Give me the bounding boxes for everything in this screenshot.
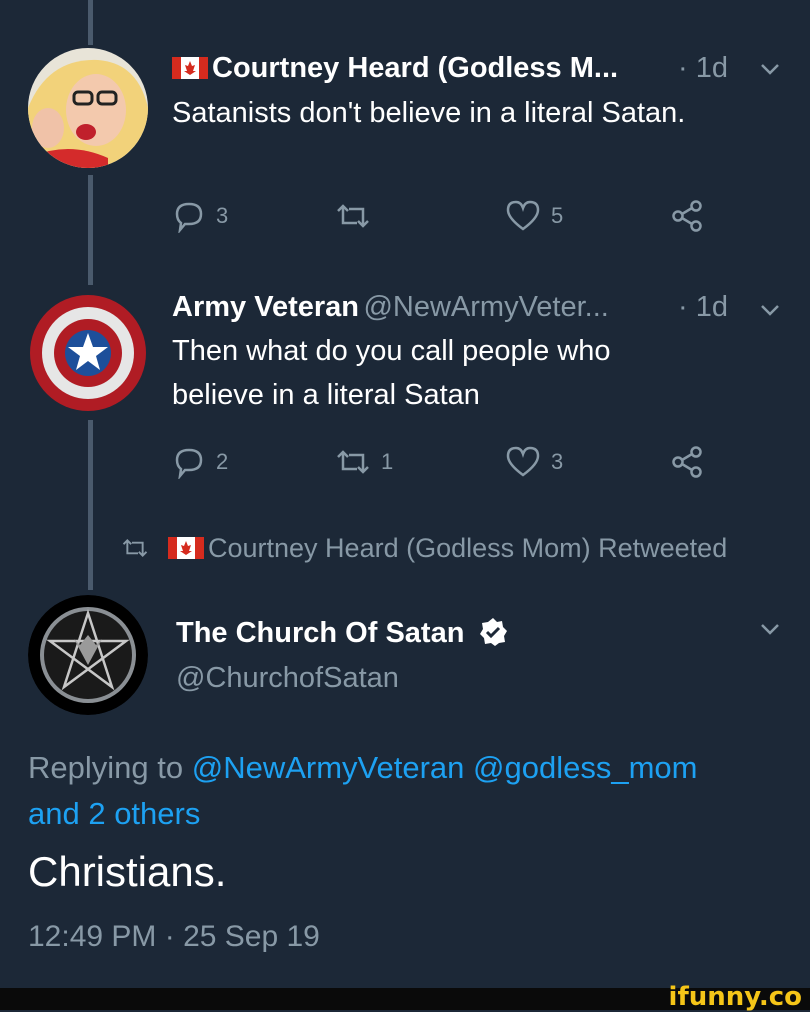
retweet-count: 1 <box>381 449 394 474</box>
replying-to: Replying to @NewArmyVeteran @godless_mom… <box>28 745 788 837</box>
verified-badge-icon <box>480 618 508 646</box>
heart-icon <box>506 200 540 231</box>
tweet2-author-handle[interactable]: @NewArmyVeter... <box>363 291 608 323</box>
retweet-action[interactable] <box>335 199 381 233</box>
chevron-down-icon[interactable] <box>760 62 780 76</box>
reply-action[interactable]: 2 <box>172 445 228 479</box>
main-tweet-text: Christians. <box>28 848 227 895</box>
tweet2-header: Army Veteran @NewArmyVeter... <box>172 291 609 324</box>
reply-action[interactable]: 3 <box>172 199 228 233</box>
tweet1-author-name[interactable]: Courtney Heard (Godless M... <box>212 52 618 84</box>
mention-newarmyveteran[interactable]: @NewArmyVeteran <box>192 750 465 785</box>
thread-line-top <box>88 0 93 45</box>
main-tweet-timestamp: 12:49 PM · 25 Sep 19 <box>28 920 320 953</box>
retweet-notice-text: Courtney Heard (Godless Mom) Retweeted <box>208 533 728 563</box>
avatar-army-veteran[interactable] <box>28 293 148 413</box>
tweet1-author[interactable]: Courtney Heard (Godless M... <box>172 52 618 85</box>
reply-count: 2 <box>216 449 229 474</box>
share-icon <box>672 446 702 478</box>
retweet-action[interactable]: 1 <box>335 445 393 479</box>
retweet-notice[interactable]: Courtney Heard (Godless Mom) Retweeted <box>120 533 727 564</box>
replying-prefix: Replying to <box>28 750 184 785</box>
like-action[interactable]: 5 <box>505 199 563 233</box>
retweet-icon <box>337 204 369 228</box>
reply-icon <box>175 202 203 233</box>
tweet2-author-name[interactable]: Army Veteran <box>172 291 359 323</box>
tweet2-text-line1: Then what do you call people who <box>172 335 611 367</box>
reply-others-link[interactable]: and 2 others <box>28 791 788 837</box>
chevron-down-icon[interactable] <box>760 622 780 636</box>
share-action[interactable] <box>670 199 704 233</box>
main-tweet-handle[interactable]: @ChurchofSatan <box>176 662 399 695</box>
tweet2-text-line2: believe in a literal Satan <box>172 379 480 411</box>
thread-line-middle <box>88 175 93 285</box>
like-count: 5 <box>551 203 564 228</box>
share-action[interactable] <box>670 445 704 479</box>
main-tweet-author[interactable]: The Church Of Satan <box>176 617 508 650</box>
avatar-courtney[interactable] <box>28 48 148 168</box>
main-tweet-author-name[interactable]: The Church Of Satan <box>176 617 464 649</box>
tweet1-time: · 1d <box>678 52 728 84</box>
tweet2-time: · 1d <box>678 291 728 323</box>
chevron-down-icon[interactable] <box>760 303 780 317</box>
reply-icon <box>175 448 203 479</box>
mention-godless-mom[interactable]: @godless_mom <box>473 750 697 785</box>
canada-flag-icon <box>172 57 208 79</box>
heart-icon <box>506 446 540 477</box>
like-count: 3 <box>551 449 564 474</box>
retweet-icon <box>122 539 148 557</box>
retweet-icon <box>337 450 369 474</box>
tweet1-text: Satanists don't believe in a literal Sat… <box>172 97 686 129</box>
canada-flag-icon <box>168 537 204 559</box>
reply-count: 3 <box>216 203 229 228</box>
ifunny-watermark: ifunny.co <box>668 982 802 1012</box>
avatar-church-of-satan[interactable] <box>28 595 148 715</box>
like-action[interactable]: 3 <box>505 445 563 479</box>
share-icon <box>672 200 702 232</box>
thread-line-bottom <box>88 420 93 590</box>
